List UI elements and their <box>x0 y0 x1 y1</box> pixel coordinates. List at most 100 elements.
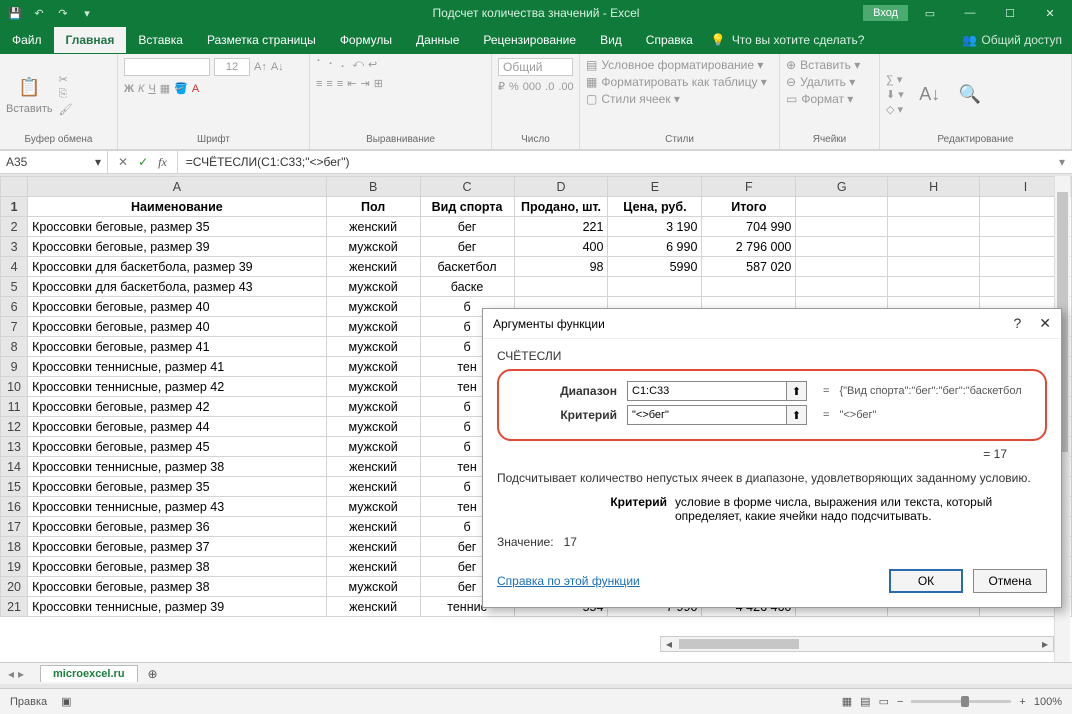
clear-icon[interactable]: ◇ ▾ <box>886 103 904 116</box>
indent-inc-icon[interactable]: ⇥ <box>360 77 369 90</box>
cancel-formula-icon[interactable]: ✕ <box>118 155 128 169</box>
dec-dec-icon[interactable]: .00 <box>558 81 573 93</box>
cell[interactable] <box>796 217 888 237</box>
cell[interactable]: женский <box>326 557 420 577</box>
cell[interactable]: Кроссовки для баскетбола, размер 39 <box>28 257 327 277</box>
border-icon[interactable]: ▦ <box>160 82 170 95</box>
cell[interactable]: Кроссовки беговые, размер 40 <box>28 317 327 337</box>
zoom-slider[interactable] <box>911 700 1011 703</box>
cell[interactable]: Итого <box>702 197 796 217</box>
maximize-icon[interactable]: ☐ <box>992 2 1028 24</box>
autosum-icon[interactable]: ∑ ▾ <box>886 73 904 86</box>
indent-dec-icon[interactable]: ⇤ <box>347 77 356 90</box>
tab-data[interactable]: Данные <box>404 27 471 53</box>
cell[interactable]: мужской <box>326 337 420 357</box>
tab-insert[interactable]: Вставка <box>126 27 195 53</box>
cell[interactable]: баскетбол <box>420 257 514 277</box>
align-right-icon[interactable]: ≡ <box>337 78 343 90</box>
formula-expand-icon[interactable]: ▾ <box>1052 155 1072 169</box>
cell-styles-button[interactable]: ▢Стили ячеек ▾ <box>586 92 773 106</box>
cell[interactable]: мужской <box>326 497 420 517</box>
cell[interactable]: мужской <box>326 277 420 297</box>
cell[interactable]: Кроссовки беговые, размер 39 <box>28 237 327 257</box>
row-header[interactable]: 3 <box>1 237 28 257</box>
align-bottom-icon[interactable]: ⠄ <box>340 58 348 71</box>
row-header[interactable]: 10 <box>1 377 28 397</box>
cell[interactable]: мужской <box>326 297 420 317</box>
cell[interactable] <box>888 197 980 217</box>
arg-range-input[interactable] <box>627 381 787 401</box>
cell[interactable]: Кроссовки теннисные, размер 42 <box>28 377 327 397</box>
col-header-A[interactable]: A <box>28 177 327 197</box>
cell[interactable]: Кроссовки беговые, размер 38 <box>28 557 327 577</box>
cell[interactable]: Цена, руб. <box>608 197 702 217</box>
row-header[interactable]: 8 <box>1 337 28 357</box>
function-help-link[interactable]: Справка по этой функции <box>497 574 640 588</box>
row-header[interactable]: 5 <box>1 277 28 297</box>
cancel-button[interactable]: Отмена <box>973 569 1047 593</box>
cell[interactable]: женский <box>326 257 420 277</box>
collapse-dialog-icon-2[interactable]: ⬆ <box>787 405 807 425</box>
cell[interactable] <box>888 217 980 237</box>
cell[interactable] <box>796 257 888 277</box>
format-as-table-button[interactable]: ▦Форматировать как таблицу ▾ <box>586 75 773 89</box>
cell[interactable]: Кроссовки беговые, размер 35 <box>28 477 327 497</box>
cell[interactable]: бег <box>420 217 514 237</box>
col-header-B[interactable]: B <box>326 177 420 197</box>
scroll-left-icon[interactable]: ◂ <box>661 637 677 651</box>
dialog-help-icon[interactable]: ? <box>1013 315 1021 332</box>
cell[interactable]: Наименование <box>28 197 327 217</box>
align-left-icon[interactable]: ≡ <box>316 78 322 90</box>
arg-criteria-input[interactable] <box>627 405 787 425</box>
row-header[interactable]: 13 <box>1 437 28 457</box>
font-size-combo[interactable]: 12 <box>214 58 250 76</box>
col-header-D[interactable]: D <box>514 177 608 197</box>
fill-color-icon[interactable]: 🪣 <box>174 82 188 95</box>
view-layout-icon[interactable]: ▤ <box>860 695 870 708</box>
cond-format-button[interactable]: ▤Условное форматирование ▾ <box>586 58 773 72</box>
cell[interactable]: 5990 <box>608 257 702 277</box>
row-header[interactable]: 6 <box>1 297 28 317</box>
close-icon[interactable]: ✕ <box>1032 2 1068 24</box>
font-color-icon[interactable]: A <box>192 83 199 95</box>
cell[interactable]: бег <box>420 237 514 257</box>
cell[interactable]: мужской <box>326 377 420 397</box>
scroll-right-icon[interactable]: ▸ <box>1037 637 1053 651</box>
cell[interactable] <box>796 237 888 257</box>
cell[interactable]: Продано, шт. <box>514 197 608 217</box>
share-button[interactable]: 👥 Общий доступ <box>962 33 1062 47</box>
insert-cells-button[interactable]: ⊕Вставить ▾ <box>786 58 873 72</box>
cell[interactable]: женский <box>326 517 420 537</box>
tab-review[interactable]: Рецензирование <box>471 27 588 53</box>
cell[interactable]: женский <box>326 597 420 617</box>
align-top-icon[interactable]: ⠁ <box>316 58 324 71</box>
inc-dec-icon[interactable]: .0 <box>545 81 554 93</box>
cell[interactable]: женский <box>326 217 420 237</box>
cell[interactable]: 2 796 000 <box>702 237 796 257</box>
view-normal-icon[interactable]: ▦ <box>842 695 852 708</box>
paste-button[interactable]: 📋 Вставить <box>6 74 53 115</box>
cell[interactable]: 6 990 <box>608 237 702 257</box>
login-button[interactable]: Вход <box>863 5 908 21</box>
row-header[interactable]: 17 <box>1 517 28 537</box>
row-header[interactable]: 20 <box>1 577 28 597</box>
bold-icon[interactable]: Ж <box>124 83 134 95</box>
underline-icon[interactable]: Ч <box>148 83 155 95</box>
cell[interactable]: Кроссовки теннисные, размер 41 <box>28 357 327 377</box>
align-center-icon[interactable]: ≡ <box>326 78 332 90</box>
cell[interactable]: женский <box>326 537 420 557</box>
col-header-H[interactable]: H <box>888 177 980 197</box>
row-header[interactable]: 12 <box>1 417 28 437</box>
cell[interactable]: баске <box>420 277 514 297</box>
row-header[interactable]: 2 <box>1 217 28 237</box>
cell[interactable]: мужской <box>326 577 420 597</box>
cell[interactable]: женский <box>326 477 420 497</box>
tab-view[interactable]: Вид <box>588 27 634 53</box>
cell[interactable]: 704 990 <box>702 217 796 237</box>
cell[interactable] <box>888 257 980 277</box>
cell[interactable]: 98 <box>514 257 608 277</box>
save-icon[interactable]: 💾 <box>6 4 24 22</box>
row-header[interactable]: 9 <box>1 357 28 377</box>
italic-icon[interactable]: К <box>138 83 144 95</box>
qat-more-icon[interactable]: ▾ <box>78 4 96 22</box>
